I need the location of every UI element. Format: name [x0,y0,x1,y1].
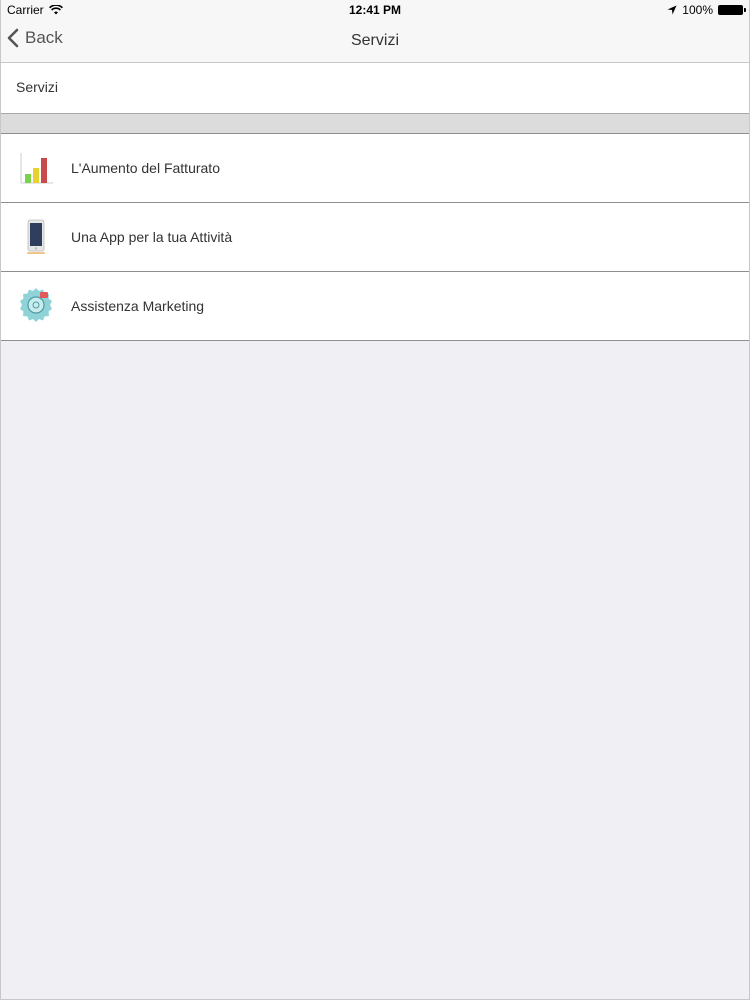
section-header-label: Servizi [16,79,59,95]
section-spacer [1,114,749,134]
bar-chart-icon [19,152,53,184]
list-item-app-attivita[interactable]: Una App per la tua Attività [1,203,749,272]
battery-percent: 100% [682,3,713,17]
marketing-badge-icon [20,288,52,322]
status-bar: Carrier 12:41 PM 100% [1,0,749,20]
list-item-label: Una App per la tua Attività [71,229,233,245]
smartphone-icon [27,219,45,254]
navigation-bar: Back Servizi [1,20,749,63]
page-title: Servizi [350,32,399,49]
list-item-aumento-fatturato[interactable]: L'Aumento del Fatturato [1,134,749,203]
location-arrow-icon [667,5,677,15]
list-item-label: L'Aumento del Fatturato [71,160,220,176]
status-right: 100% [667,3,746,17]
app-screen: Carrier 12:41 PM 100% Back Servizi Servi… [0,0,750,1000]
list-item-label: Assistenza Marketing [71,298,205,314]
status-time: 12:41 PM [348,3,402,17]
services-list: L'Aumento del Fatturato Una App per la t… [1,134,749,341]
list-item-assistenza-marketing[interactable]: Assistenza Marketing [1,272,749,341]
battery-icon [718,5,746,15]
section-header: Servizi [1,63,749,114]
